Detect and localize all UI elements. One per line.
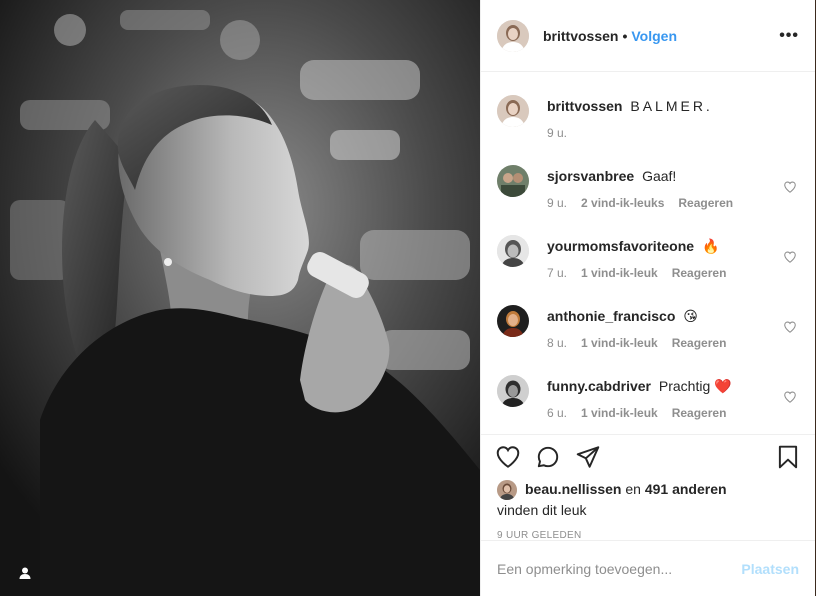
comment-input[interactable]: [497, 560, 742, 577]
comment-likes[interactable]: 1 vind-ik-leuk: [581, 336, 658, 350]
comment-username[interactable]: funny.cabdriver: [547, 378, 651, 394]
author-username[interactable]: brittvossen: [543, 28, 618, 44]
follow-button[interactable]: Volgen: [631, 28, 677, 44]
comment-likes[interactable]: 1 vind-ik-leuk: [581, 406, 658, 420]
comment-username[interactable]: sjorsvanbree: [547, 168, 634, 184]
comment-item: anthonie_francisco 😘 8 u. 1 vind-ik-leuk…: [497, 304, 799, 374]
caption-text: BALMER.: [630, 98, 713, 114]
comments-list[interactable]: brittvossen BALMER. 9 u. sjorsvanbree Ga…: [481, 72, 815, 432]
comment-meta: 8 u. 1 vind-ik-leuk Reageren: [547, 336, 799, 350]
heart-outline-icon[interactable]: [783, 180, 797, 194]
heart-icon[interactable]: [495, 444, 521, 470]
comment-item: funny.cabdriver Prachtig ❤️ 6 u. 1 vind-…: [497, 374, 799, 432]
comment-text: Gaaf!: [642, 168, 677, 184]
liker-avatar[interactable]: [497, 480, 517, 500]
comment-time[interactable]: 9 u.: [547, 196, 567, 210]
comment-avatar[interactable]: [497, 375, 529, 407]
liked-by-section: beau.nellissen en 491 anderen vinden dit…: [481, 478, 815, 518]
comment-username[interactable]: anthonie_francisco: [547, 308, 675, 324]
post-timestamp[interactable]: 9 UUR GELEDEN: [481, 518, 815, 541]
comment-bubble-icon[interactable]: [535, 444, 561, 470]
comment-avatar[interactable]: [497, 305, 529, 337]
comment-line: yourmomsfavoriteone 🔥: [547, 234, 799, 255]
post-side-panel: brittvossen • Volgen ••• brittvossen BAL…: [480, 0, 815, 596]
comment-avatar[interactable]: [497, 165, 529, 197]
comment-likes[interactable]: 2 vind-ik-leuks: [581, 196, 664, 210]
comment-line: funny.cabdriver Prachtig ❤️: [547, 374, 799, 395]
comment-likes[interactable]: 1 vind-ik-leuk: [581, 266, 658, 280]
caption-username[interactable]: brittvossen: [547, 98, 622, 114]
header-separator: •: [622, 27, 628, 44]
heart-outline-icon[interactable]: [783, 390, 797, 404]
comment-time[interactable]: 6 u.: [547, 406, 567, 420]
post-header: brittvossen • Volgen •••: [481, 0, 815, 72]
reply-button[interactable]: Reageren: [672, 406, 727, 420]
user-tag-icon[interactable]: [14, 562, 36, 584]
comment-item: sjorsvanbree Gaaf! 9 u. 2 vind-ik-leuks …: [497, 164, 799, 234]
heart-outline-icon[interactable]: [783, 250, 797, 264]
liker-username[interactable]: beau.nellissen: [525, 481, 621, 497]
post-caption: brittvossen BALMER. 9 u.: [497, 94, 799, 164]
comment-meta: 7 u. 1 vind-ik-leuk Reageren: [547, 266, 799, 280]
comment-line: anthonie_francisco 😘: [547, 304, 799, 325]
comment-time[interactable]: 8 u.: [547, 336, 567, 350]
comment-text: Prachtig ❤️: [658, 378, 732, 394]
post-photo[interactable]: [0, 0, 480, 596]
comment-meta: 6 u. 1 vind-ik-leuk Reageren: [547, 406, 799, 420]
comment-username[interactable]: yourmomsfavoriteone: [547, 238, 694, 254]
more-options-button[interactable]: •••: [779, 27, 799, 45]
comment-item: yourmomsfavoriteone 🔥 7 u. 1 vind-ik-leu…: [497, 234, 799, 304]
post-comment-button[interactable]: Plaatsen: [741, 561, 799, 577]
comment-avatar[interactable]: [497, 235, 529, 267]
comment-meta: 9 u. 2 vind-ik-leuks Reageren: [547, 196, 799, 210]
caption-avatar[interactable]: [497, 95, 529, 127]
caption-time[interactable]: 9 u.: [547, 126, 567, 140]
comment-time[interactable]: 7 u.: [547, 266, 567, 280]
action-bar: [481, 434, 815, 478]
liked-by-others[interactable]: 491 anderen: [645, 481, 727, 497]
heart-outline-icon[interactable]: [783, 320, 797, 334]
reply-button[interactable]: Reageren: [678, 196, 733, 210]
photo-image: [0, 0, 480, 596]
liked-by-text: beau.nellissen en 491 anderen: [525, 480, 727, 500]
paper-plane-icon[interactable]: [575, 444, 601, 470]
liked-by-row: beau.nellissen en 491 anderen: [481, 478, 815, 500]
bookmark-icon[interactable]: [775, 444, 801, 470]
fire-emoji: 🔥: [701, 238, 720, 254]
add-comment-bar: Plaatsen: [481, 540, 815, 596]
liked-by-suffix: vinden dit leuk: [497, 502, 587, 518]
caption-line: brittvossen BALMER.: [547, 94, 799, 115]
reply-button[interactable]: Reageren: [672, 266, 727, 280]
caption-meta: 9 u.: [547, 126, 799, 140]
reply-button[interactable]: Reageren: [672, 336, 727, 350]
kiss-emoji: 😘: [683, 308, 698, 324]
author-avatar[interactable]: [497, 19, 529, 52]
liked-by-joiner: en: [625, 481, 641, 497]
comment-line: sjorsvanbree Gaaf!: [547, 164, 799, 185]
